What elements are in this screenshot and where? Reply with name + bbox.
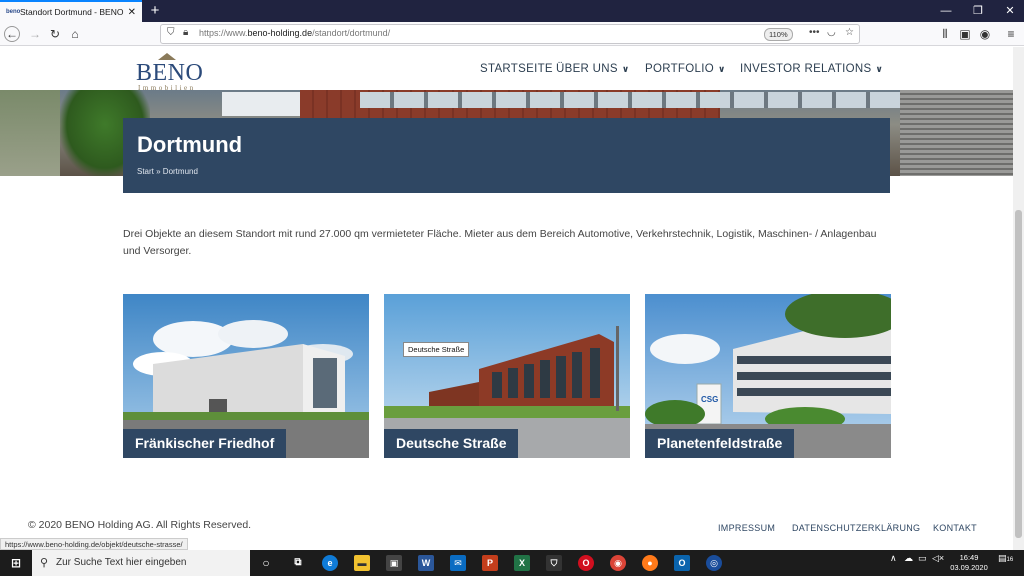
nav-investor-relations[interactable]: INVESTOR RELATIONS ∨	[740, 63, 883, 75]
home-icon[interactable]: ⌂	[66, 25, 84, 43]
tray-chevron-icon[interactable]: ∧	[890, 553, 897, 563]
logo-roof-icon	[158, 53, 176, 60]
hero-sign	[222, 92, 312, 116]
browser-nav-bar: ← → ↻ ⌂ ⛉ 🔒︎ https://www.beno-holding.de…	[0, 22, 1024, 46]
opera-icon[interactable]: O	[578, 555, 594, 571]
chevron-down-icon: ∨	[621, 64, 630, 74]
file-explorer-icon[interactable]: ▬	[354, 555, 370, 571]
nav-portfolio[interactable]: PORTFOLIO ∨	[645, 63, 726, 75]
url-text[interactable]: https://www.beno-holding.de/standort/dor…	[199, 28, 390, 38]
minimize-icon[interactable]: —	[930, 0, 962, 22]
tray-cloud-icon[interactable]: ☁	[904, 553, 913, 563]
tab-title: Standort Dortmund - BENO H	[20, 7, 124, 17]
hamburger-menu-icon[interactable]: ≡	[1002, 25, 1020, 43]
hero-windows	[360, 92, 900, 108]
reload-icon[interactable]: ↻	[46, 25, 64, 43]
tray-network-icon[interactable]: ▭	[918, 553, 927, 563]
forward-icon[interactable]: →	[26, 25, 44, 43]
property-card-fraenkischer-friedhof[interactable]: Fränkischer Friedhof	[123, 294, 369, 458]
browser-tab-bar: beno Standort Dortmund - BENO H ✕ + — ❐ …	[0, 0, 1024, 22]
pocket-icon[interactable]: ◡	[827, 27, 836, 38]
chevron-down-icon: ∨	[717, 64, 726, 74]
beno-logo[interactable]: BENO Immobilien	[136, 53, 206, 92]
account-icon[interactable]: ◉	[976, 25, 994, 43]
edge-icon[interactable]: e	[322, 555, 338, 571]
clock-date: 03.09.2020	[950, 563, 988, 572]
footer-copyright: © 2020 BENO Holding AG. All Rights Reser…	[28, 519, 252, 531]
clock-time: 16:49	[959, 553, 979, 562]
breadcrumb[interactable]: Start » Dortmund	[137, 167, 198, 176]
taskbar-search[interactable]: ⚲ Zur Suche Text hier eingeben	[32, 550, 250, 576]
tray-clock[interactable]: 16:49 03.09.2020	[950, 553, 988, 573]
sidebar-icon[interactable]: ▣	[956, 25, 974, 43]
hero-facade	[900, 90, 1013, 176]
site-favicon: beno	[6, 9, 21, 15]
network-app-icon[interactable]: ◎	[706, 555, 722, 571]
property-card-label[interactable]: Planetenfeldstraße	[645, 429, 795, 458]
store-icon[interactable]: ▣	[386, 555, 402, 571]
bookmark-star-icon[interactable]: ☆	[845, 27, 854, 38]
window-close-icon[interactable]: ✕	[994, 0, 1024, 22]
search-icon: ⚲	[40, 557, 49, 569]
page-title: Dortmund	[137, 132, 243, 157]
tooltip: Deutsche Straße	[403, 342, 470, 357]
intro-text: Drei Objekte an diesem Standort mit rund…	[123, 228, 877, 257]
tray-volume-icon[interactable]: ◁×	[932, 553, 944, 563]
property-card-deutsche-strasse[interactable]: Deutsche Straße	[384, 294, 630, 458]
property-card-planetenfeldstrasse[interactable]: CSG Planetenfeldstraße	[645, 294, 891, 458]
mail-icon[interactable]: ✉	[450, 555, 466, 571]
footer-link-impressum[interactable]: IMPRESSUM	[718, 523, 775, 533]
library-icon[interactable]: ⫴	[936, 25, 954, 43]
page-title-box: Dortmund Start » Dortmund	[123, 118, 890, 193]
browser-tab[interactable]: beno Standort Dortmund - BENO H ✕	[0, 0, 142, 22]
outlook-icon[interactable]: O	[674, 555, 690, 571]
powerpoint-icon[interactable]: P	[482, 555, 498, 571]
windows-start-icon[interactable]: ⊞	[8, 555, 24, 571]
footer-link-kontakt[interactable]: KONTAKT	[933, 523, 977, 533]
shield-icon[interactable]: ⛉	[167, 27, 175, 38]
tab-close-icon[interactable]: ✕	[128, 7, 136, 18]
notification-icon[interactable]: ▤16	[998, 553, 1013, 565]
scrollbar-thumb[interactable]	[1015, 210, 1022, 538]
zoom-level[interactable]: 110%	[764, 28, 793, 41]
hero-image-left	[0, 90, 60, 176]
back-icon[interactable]: ←	[4, 26, 20, 42]
search-placeholder: Zur Suche Text hier eingeben	[56, 557, 187, 568]
property-card-label[interactable]: Fränkischer Friedhof	[123, 429, 287, 458]
chrome-icon[interactable]: ◉	[610, 555, 626, 571]
nav-startseite[interactable]: STARTSEITE	[480, 63, 553, 75]
status-url: https://www.beno-holding.de/objekt/deuts…	[0, 538, 188, 550]
task-view-icon[interactable]: ⧉	[290, 555, 306, 571]
firefox-icon[interactable]: ●	[642, 555, 658, 571]
cortana-icon[interactable]: ○	[258, 555, 274, 571]
excel-icon[interactable]: X	[514, 555, 530, 571]
page-actions-icon[interactable]: •••	[809, 27, 820, 38]
lock-icon[interactable]: 🔒︎	[183, 27, 188, 38]
taskbar: ⊞ ⚲ Zur Suche Text hier eingeben ○ ⧉ e ▬…	[0, 550, 1024, 576]
security-shield-icon[interactable]: ⛉	[546, 555, 562, 571]
url-bar[interactable]: ⛉ 🔒︎ https://www.beno-holding.de/standor…	[160, 24, 860, 44]
logo-wordmark: BENO	[136, 60, 204, 86]
new-tab-icon[interactable]: +	[146, 2, 164, 20]
restore-icon[interactable]: ❐	[962, 0, 994, 22]
page-scrollbar[interactable]	[1013, 47, 1024, 550]
nav-ueber-uns[interactable]: ÜBER UNS ∨	[556, 63, 629, 75]
word-icon[interactable]: W	[418, 555, 434, 571]
svg-text:CSG: CSG	[701, 395, 718, 404]
property-card-label[interactable]: Deutsche Straße	[384, 429, 519, 458]
footer-link-datenschutz[interactable]: DATENSCHUTZERKLÄRUNG	[792, 523, 920, 533]
chevron-down-icon: ∨	[875, 64, 884, 74]
notification-count: 16	[1006, 557, 1014, 563]
